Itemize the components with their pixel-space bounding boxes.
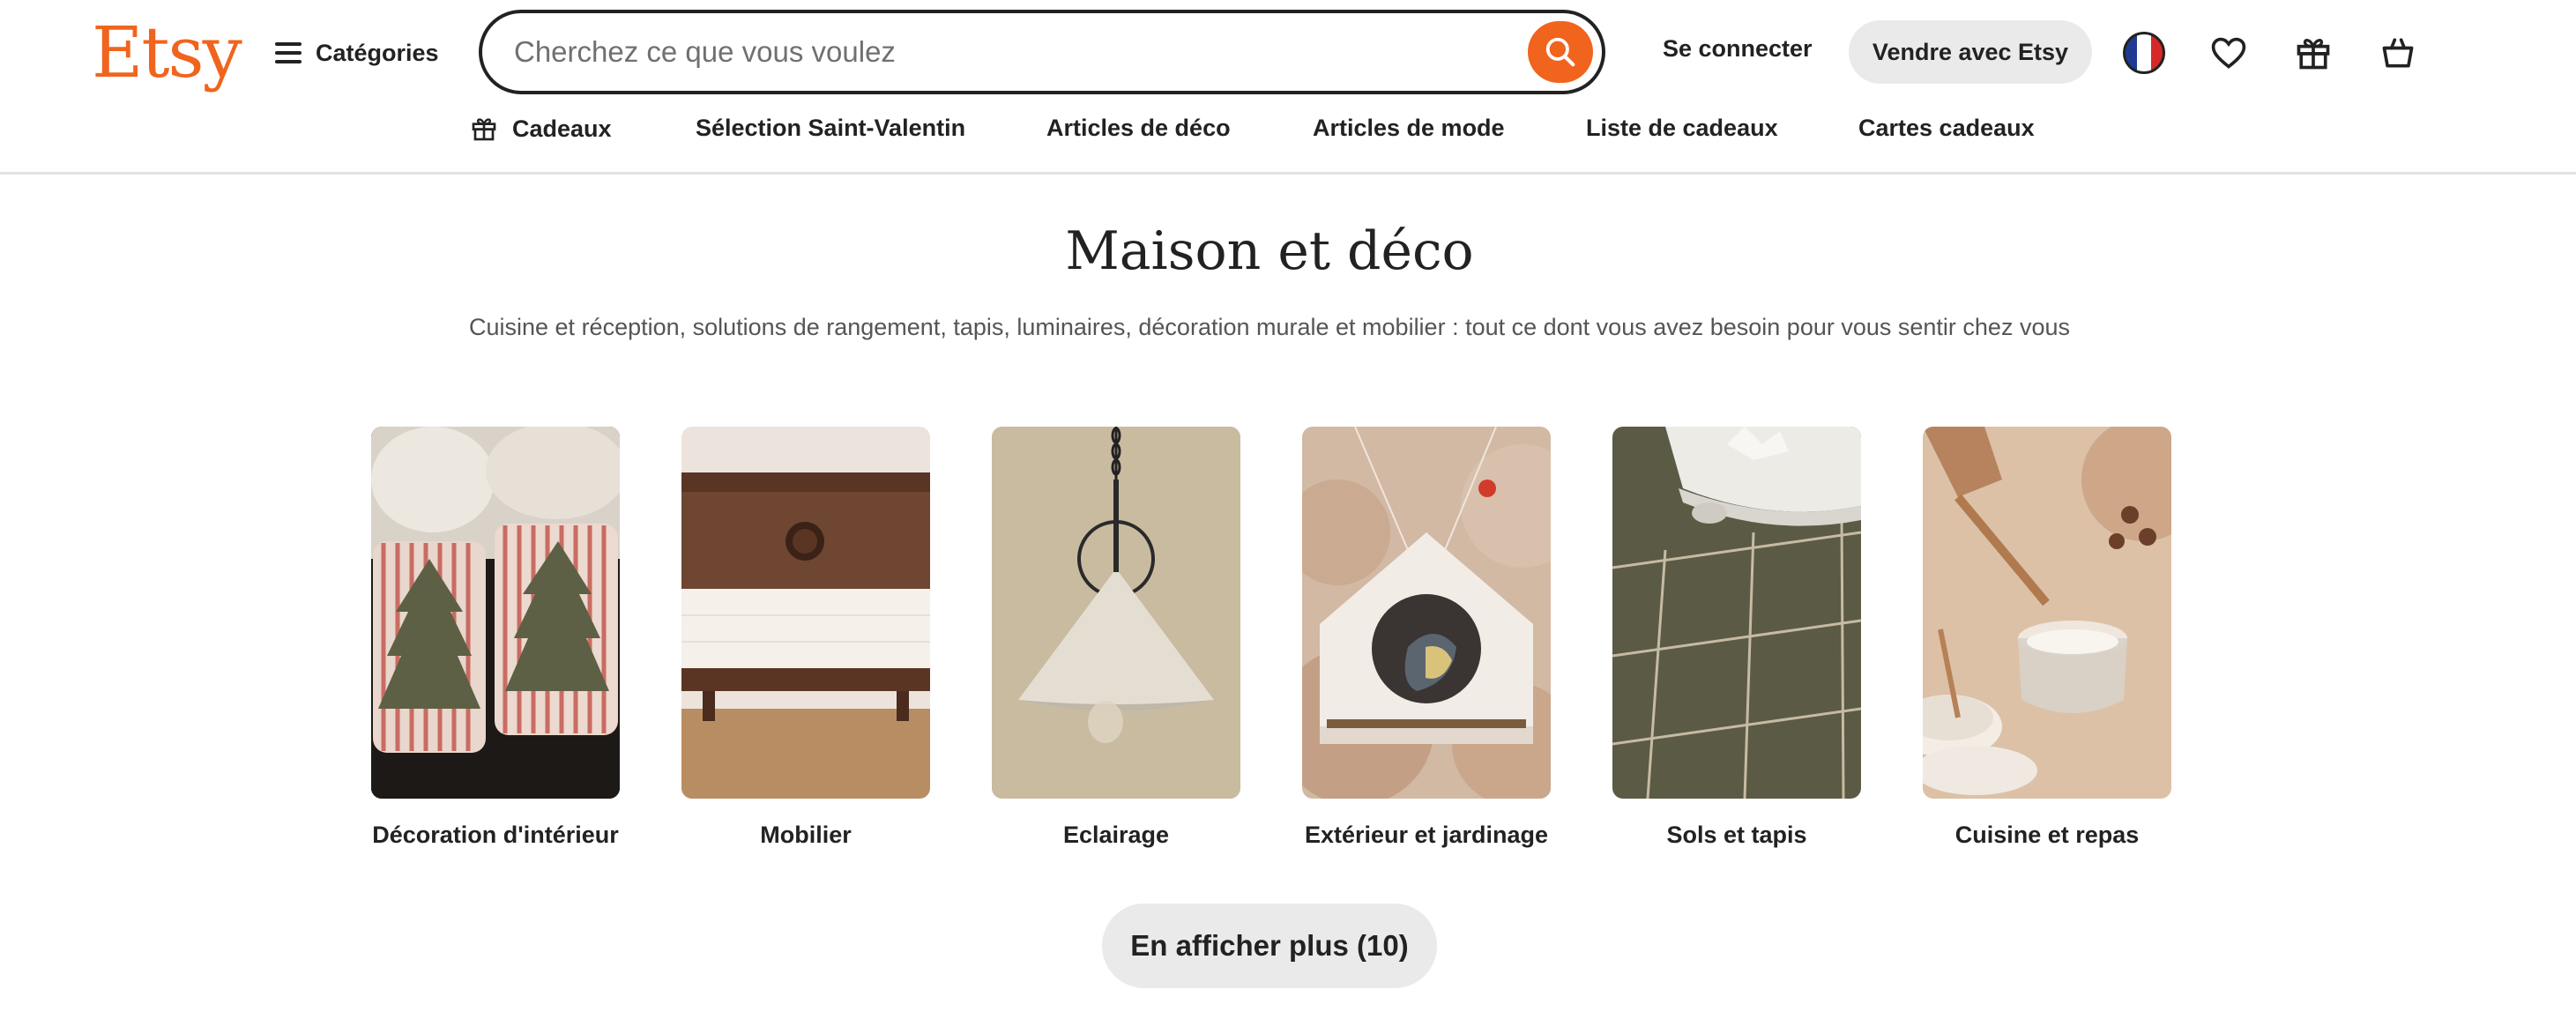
category-card-furniture[interactable]: Mobilier — [681, 427, 930, 849]
subnav-item-fashion[interactable]: Articles de mode — [1313, 115, 1505, 142]
category-card-interior-decor[interactable]: Décoration d'intérieur — [371, 427, 620, 849]
category-label: Cuisine et repas — [1954, 822, 2140, 848]
etsy-logo[interactable]: Etsy — [92, 7, 242, 99]
gift-icon — [2297, 39, 2330, 70]
page-title: Maison et déco — [1065, 220, 1474, 282]
favorites-button[interactable] — [2205, 29, 2252, 77]
page-subtitle: Cuisine et réception, solutions de range… — [469, 314, 2070, 340]
search-button[interactable] — [1528, 21, 1593, 83]
gifts-button[interactable] — [2289, 29, 2337, 77]
category-card-lighting[interactable]: Eclairage — [992, 427, 1240, 849]
category-label: Mobilier — [760, 822, 852, 848]
category-card-outdoor-garden[interactable]: Extérieur et jardinage — [1302, 427, 1551, 849]
category-image-pillows — [371, 427, 620, 799]
category-image-rug — [1612, 427, 1861, 799]
category-label: Extérieur et jardinage — [1304, 822, 1549, 848]
category-image-kitchen — [1923, 427, 2171, 799]
category-image-nightstand — [681, 427, 930, 799]
sell-button[interactable]: Vendre avec Etsy — [1849, 20, 2092, 84]
heart-icon — [2211, 37, 2246, 69]
subnav-item-gift-cards[interactable]: Cartes cadeaux — [1858, 115, 2035, 142]
language-button[interactable] — [2120, 29, 2168, 77]
search-input[interactable] — [514, 29, 1466, 75]
search-icon — [1545, 37, 1575, 67]
categories-label: Catégories — [316, 39, 439, 66]
category-label: Sols et tapis — [1666, 822, 1807, 848]
category-card-kitchen-dining[interactable]: Cuisine et repas — [1923, 427, 2171, 849]
category-label: Eclairage — [1062, 822, 1170, 848]
signin-link[interactable]: Se connecter — [1663, 35, 1813, 63]
subnav-label: Cadeaux — [512, 115, 612, 142]
sub-navigation: Cadeaux Sélection Saint-Valentin Article… — [0, 115, 2576, 153]
subnav-item-gift-list[interactable]: Liste de cadeaux — [1586, 115, 1778, 142]
category-image-bird-feeder — [1302, 427, 1551, 799]
flag-france-icon — [2123, 32, 2165, 74]
subnav-item-valentine[interactable]: Sélection Saint-Valentin — [696, 115, 965, 142]
cart-button[interactable] — [2374, 29, 2422, 77]
show-more-button[interactable]: En afficher plus (10) — [1102, 904, 1437, 988]
subnav-item-gifts[interactable]: Cadeaux — [470, 115, 612, 143]
category-card-floors-rugs[interactable]: Sols et tapis — [1612, 427, 1861, 849]
category-image-pendant-lamp — [992, 427, 1240, 799]
site-header: Etsy Catégories Se connecter Vendre avec… — [0, 0, 2576, 175]
subnav-item-decor[interactable]: Articles de déco — [1046, 115, 1231, 142]
gift-icon — [472, 118, 496, 141]
categories-button[interactable]: Catégories — [275, 26, 439, 79]
cart-icon — [2382, 38, 2414, 68]
category-label: Décoration d'intérieur — [372, 822, 619, 848]
search-bar — [479, 10, 1605, 94]
hamburger-icon — [275, 42, 302, 63]
